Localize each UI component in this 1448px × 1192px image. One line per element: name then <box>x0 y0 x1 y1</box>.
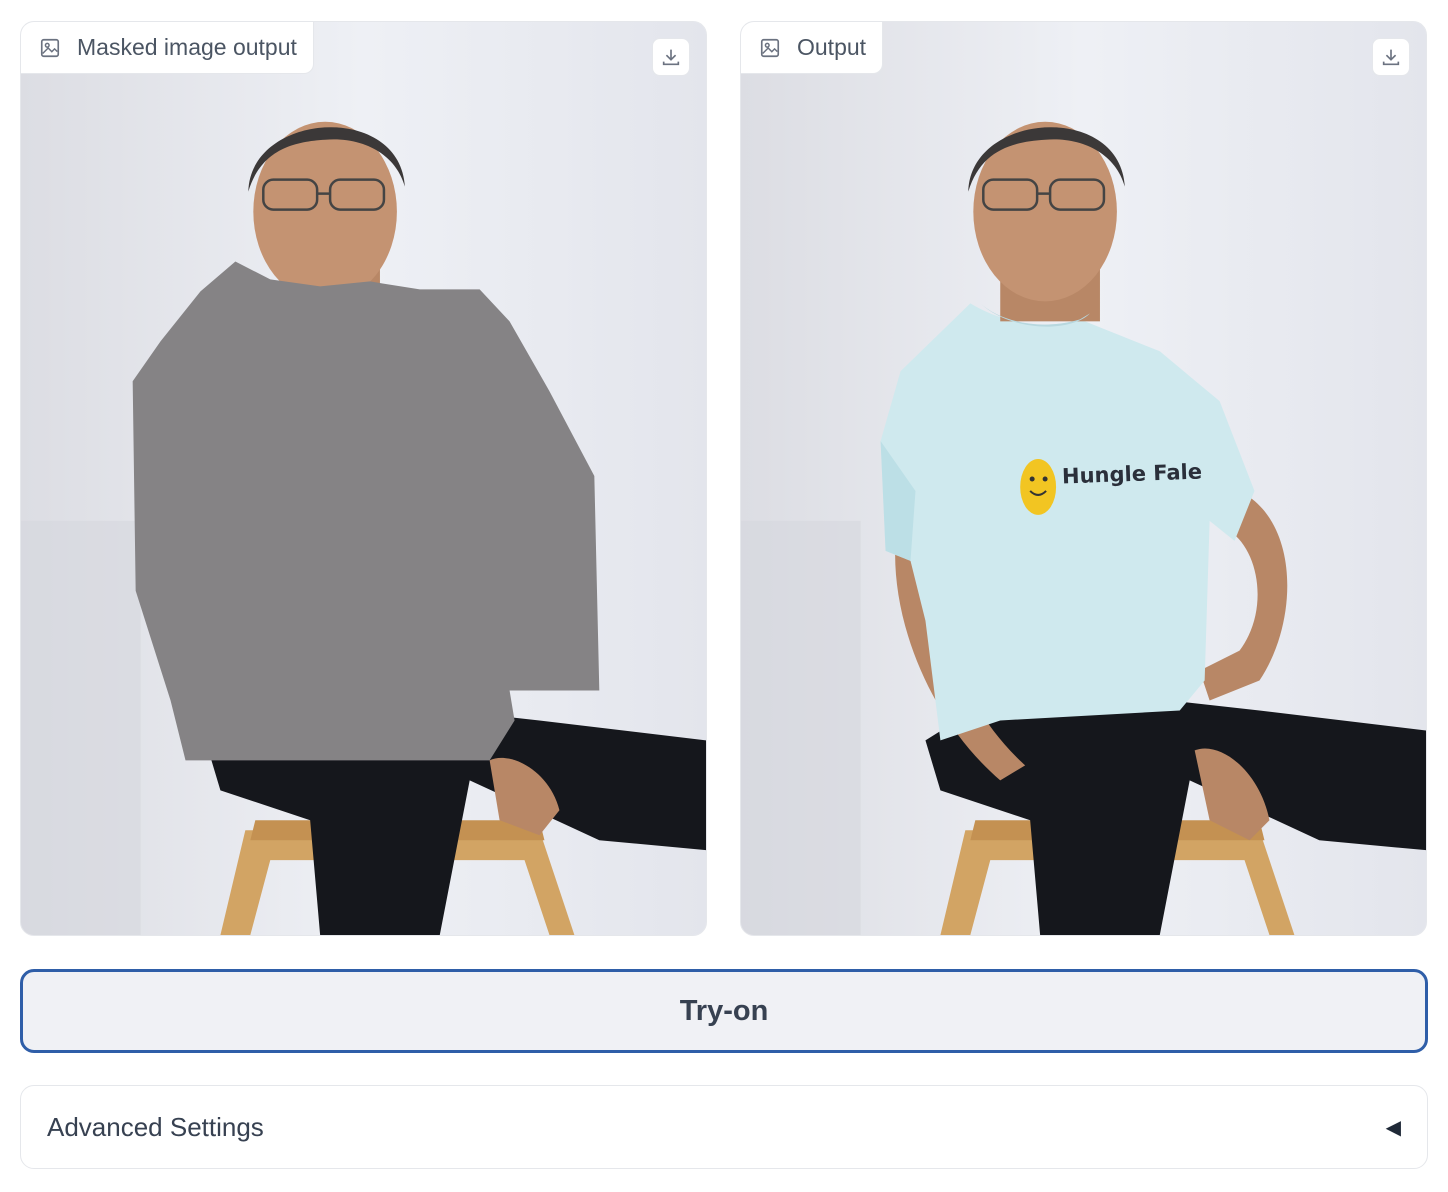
download-icon <box>662 49 680 66</box>
try-on-button[interactable]: Try-on <box>20 969 1428 1053</box>
download-button[interactable] <box>1372 38 1410 76</box>
output-label: Output <box>741 22 884 74</box>
collapse-arrow-icon[interactable]: ◀ <box>1386 1115 1401 1140</box>
masked-image-panel: Masked image output <box>20 21 707 936</box>
download-icon <box>1382 49 1400 66</box>
masked-person-image <box>21 22 706 935</box>
shirt-logo-icon <box>1020 459 1057 515</box>
image-icon <box>39 37 61 59</box>
output-label-text: Output <box>797 34 867 60</box>
masked-image-label: Masked image output <box>21 22 314 74</box>
masked-image-label-text: Masked image output <box>77 34 297 60</box>
shirt-print-text: Hungle Fale <box>1061 459 1203 489</box>
try-on-button-label: Try-on <box>679 994 769 1027</box>
image-icon <box>759 37 781 59</box>
output-panel: Hungle Fale Output <box>740 21 1427 936</box>
download-button[interactable] <box>652 38 690 76</box>
advanced-settings-label: Advanced Settings <box>47 1111 264 1142</box>
advanced-settings-accordion[interactable]: Advanced Settings ◀ <box>20 1085 1428 1169</box>
